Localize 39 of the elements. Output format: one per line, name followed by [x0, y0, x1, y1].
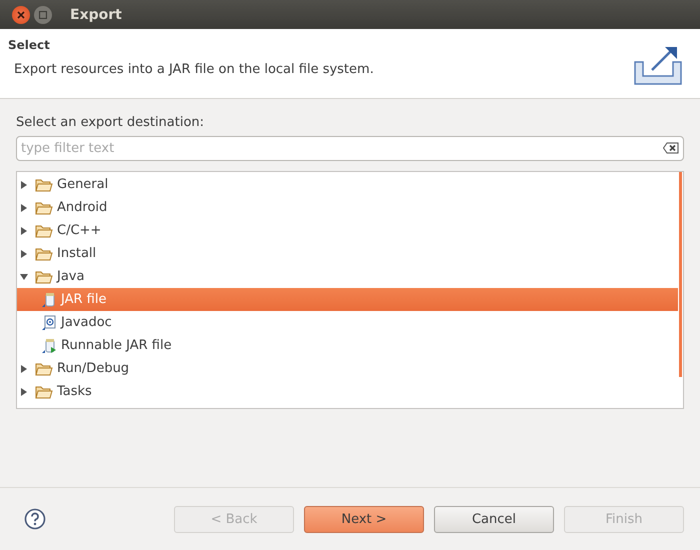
tree-item[interactable]: Javadoc — [17, 311, 678, 334]
filter-field[interactable]: type filter text — [16, 136, 684, 161]
expand-arrow-icon[interactable] — [19, 248, 29, 258]
jar-icon — [41, 292, 57, 308]
destination-label: Select an export destination: — [16, 115, 206, 130]
tree-item[interactable]: Run/Debug — [17, 357, 678, 380]
folder-icon — [35, 200, 53, 214]
scrollbar[interactable] — [679, 172, 682, 377]
expand-arrow-icon[interactable] — [19, 386, 29, 396]
tree-item[interactable]: Install — [17, 242, 678, 265]
expand-arrow-icon[interactable] — [19, 180, 29, 190]
jar-run-icon — [41, 338, 57, 354]
page-description: Export resources into a JAR file on the local file system. — [13, 62, 374, 77]
page-title: Select — [8, 38, 51, 52]
expand-arrow-icon[interactable] — [19, 226, 29, 236]
clear-icon[interactable] — [663, 142, 679, 154]
tree-item[interactable]: Java — [17, 265, 678, 288]
maximize-button[interactable] — [34, 6, 52, 24]
tree-item[interactable]: Runnable JAR file — [17, 334, 678, 357]
window-title: Export — [70, 6, 122, 22]
folder-icon — [35, 224, 53, 238]
tree-item[interactable]: Tasks — [17, 380, 678, 403]
folder-icon — [35, 178, 53, 192]
tree-item[interactable]: C/C++ — [17, 219, 678, 242]
maximize-icon[interactable] — [39, 10, 47, 18]
dialog-button[interactable]: Cancel — [434, 506, 554, 532]
close-button[interactable] — [12, 6, 30, 24]
folder-icon — [35, 384, 53, 398]
dialog-button[interactable]: Next > — [304, 506, 424, 532]
expand-arrow-icon[interactable] — [19, 202, 29, 212]
expand-arrow-icon[interactable] — [19, 364, 29, 374]
help-icon[interactable] — [24, 508, 46, 530]
tree-item[interactable]: Android — [17, 196, 678, 219]
folder-icon — [35, 246, 53, 260]
folder-icon — [35, 270, 53, 284]
close-icon[interactable] — [17, 10, 25, 18]
collapse-arrow-icon[interactable] — [19, 272, 29, 282]
folder-icon — [35, 362, 53, 376]
tree-item[interactable]: General — [17, 173, 678, 196]
